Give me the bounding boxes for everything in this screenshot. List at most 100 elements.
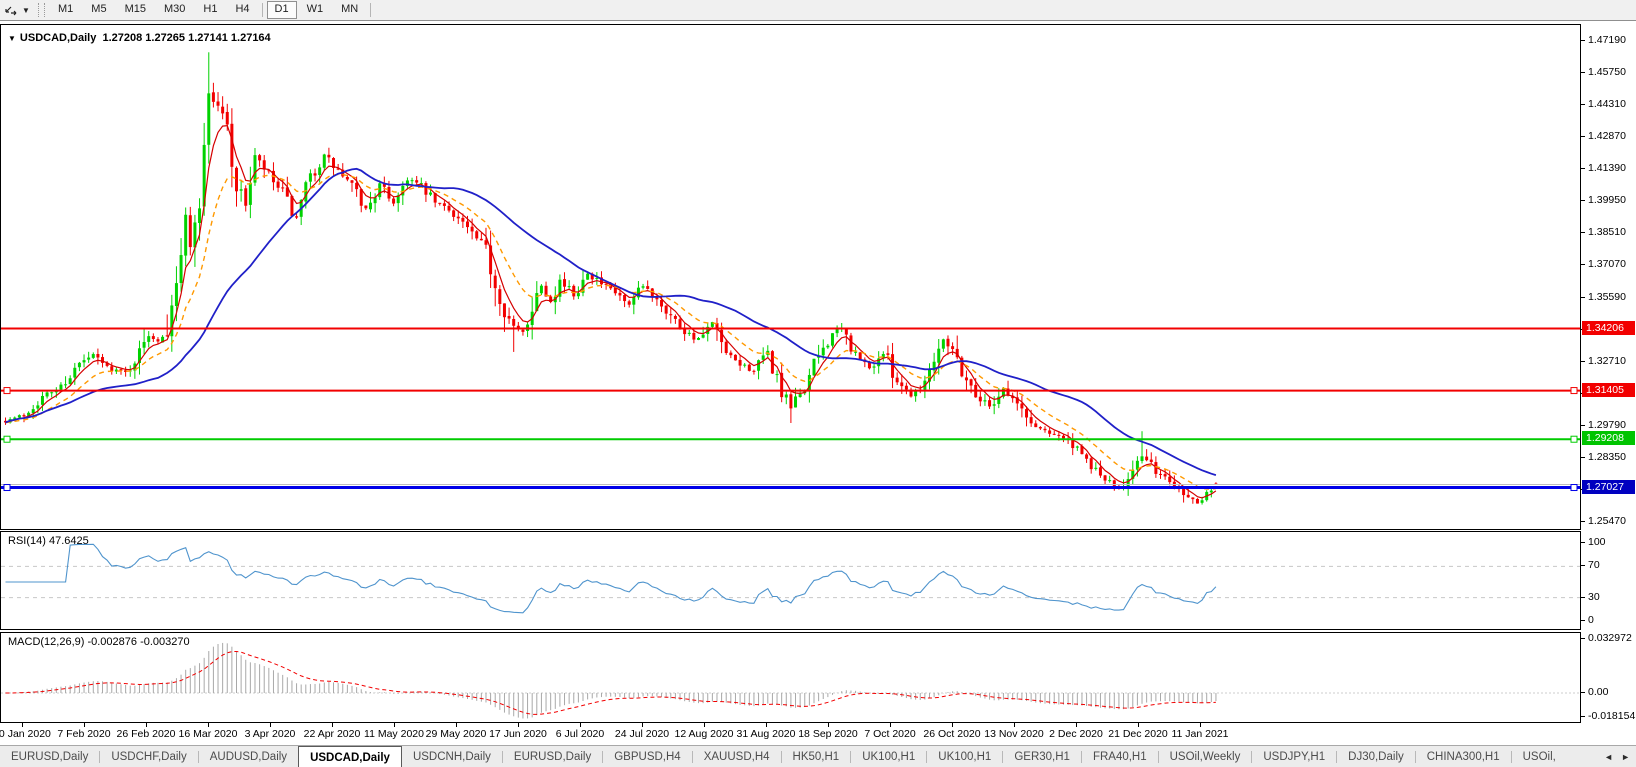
date-axis-label: 6 Jul 2020 bbox=[555, 728, 605, 740]
price-axis-label: 1.47190 bbox=[1588, 34, 1626, 46]
price-line-badge: 1.34206 bbox=[1582, 320, 1635, 335]
price-chart-panel[interactable]: ▼ USDCAD,Daily 1.27208 1.27265 1.27141 1.… bbox=[0, 24, 1581, 530]
ma-line-3 bbox=[5, 167, 1217, 476]
date-axis-tick bbox=[580, 723, 581, 727]
chart-tab-china300-h1[interactable]: CHINA300,H1 bbox=[1416, 746, 1511, 767]
chart-ohlc-values: 1.27208 1.27265 1.27141 1.27164 bbox=[102, 32, 271, 44]
chart-tab-uk100-h1[interactable]: UK100,H1 bbox=[927, 746, 1002, 767]
chart-tab-usdcnh-daily[interactable]: USDCNH,Daily bbox=[402, 746, 502, 767]
chart-tab-usdchf-daily[interactable]: USDCHF,Daily bbox=[100, 746, 197, 767]
price-axis-label: 1.38510 bbox=[1588, 226, 1626, 239]
date-axis-label: 26 Oct 2020 bbox=[923, 728, 981, 740]
chart-tab-gbpusd-h4[interactable]: GBPUSD,H4 bbox=[603, 746, 691, 767]
price-axis-tick bbox=[1581, 200, 1585, 202]
timeframe-toolbar: ▼ M1 M5 M15 M30 H1 H4 D1 W1 MN bbox=[0, 0, 1636, 21]
date-axis-tick bbox=[1076, 723, 1077, 727]
date-axis-tick bbox=[84, 723, 85, 727]
timeframe-button-m30[interactable]: M30 bbox=[156, 1, 193, 19]
timeframe-button-m15[interactable]: M15 bbox=[117, 1, 154, 19]
candlesticks-layer bbox=[4, 52, 1218, 505]
crosshair-move-icon[interactable] bbox=[2, 2, 20, 18]
date-axis-label: 3 Apr 2020 bbox=[244, 728, 296, 740]
macd-axis-tick bbox=[1581, 692, 1585, 693]
chart-tab-hk50-h1[interactable]: HK50,H1 bbox=[782, 746, 851, 767]
chart-tab-uk100-h1[interactable]: UK100,H1 bbox=[851, 746, 926, 767]
timeframe-button-w1[interactable]: W1 bbox=[299, 1, 332, 19]
price-axis-tick bbox=[1581, 456, 1585, 458]
rsi-canvas[interactable] bbox=[1, 532, 1580, 629]
line-handle-icon[interactable] bbox=[3, 484, 11, 492]
symbol-dropdown-icon[interactable]: ▼ bbox=[8, 34, 16, 43]
price-axis-label: 1.45750 bbox=[1588, 66, 1626, 79]
price-axis-tick bbox=[1581, 264, 1585, 266]
toolbar-grip-handle[interactable] bbox=[38, 3, 45, 17]
chart-tab-dj30-daily[interactable]: DJ30,Daily bbox=[1337, 746, 1415, 767]
tab-scroll-right-icon[interactable]: ► bbox=[1621, 752, 1630, 762]
chart-tab-usdcad-daily[interactable]: USDCAD,Daily bbox=[298, 746, 402, 767]
toolbar-dropdown-caret-icon[interactable]: ▼ bbox=[20, 6, 32, 15]
date-axis-label: 17 Jun 2020 bbox=[489, 728, 547, 740]
rsi-axis-label: 70 bbox=[1588, 559, 1600, 572]
chart-tab-usoil-weekly[interactable]: USOil,Weekly bbox=[1159, 746, 1252, 767]
chart-tab-audusd-daily[interactable]: AUDUSD,Daily bbox=[199, 746, 298, 767]
timeframe-button-h1[interactable]: H1 bbox=[195, 1, 225, 19]
price-axis-tick bbox=[1581, 72, 1585, 74]
macd-canvas[interactable] bbox=[1, 633, 1580, 722]
date-axis-tick bbox=[952, 723, 953, 727]
price-axis-tick bbox=[1581, 360, 1585, 362]
chart-tab-fra40-h1[interactable]: FRA40,H1 bbox=[1082, 746, 1158, 767]
chart-tab-ger30-h1[interactable]: GER30,H1 bbox=[1003, 746, 1081, 767]
chart-tab-usdjpy-h1[interactable]: USDJPY,H1 bbox=[1252, 746, 1336, 767]
price-axis-label: 1.39950 bbox=[1588, 194, 1626, 207]
date-axis-tick bbox=[828, 723, 829, 727]
date-axis-tick bbox=[270, 723, 271, 727]
candlestick-canvas[interactable] bbox=[1, 25, 1580, 529]
date-axis-tick bbox=[518, 723, 519, 727]
date-axis-label: 26 Feb 2020 bbox=[116, 728, 176, 740]
line-handle-icon[interactable] bbox=[3, 435, 11, 443]
toolbar-separator bbox=[370, 3, 372, 17]
date-axis-label: 18 Sep 2020 bbox=[798, 728, 858, 740]
timeframe-button-h4[interactable]: H4 bbox=[227, 1, 257, 19]
timeframe-button-d1[interactable]: D1 bbox=[266, 1, 297, 19]
chart-tab-xauusd-h4[interactable]: XAUUSD,H4 bbox=[693, 746, 781, 767]
price-axis-tick bbox=[1581, 232, 1585, 234]
price-line-badge: 1.27027 bbox=[1582, 479, 1635, 494]
timeframe-button-m1[interactable]: M1 bbox=[50, 1, 81, 19]
chart-tab-eurusd-daily[interactable]: EURUSD,Daily bbox=[0, 746, 99, 767]
rsi-line bbox=[5, 543, 1217, 614]
date-axis-label: 12 Aug 2020 bbox=[674, 728, 734, 740]
date-axis-label: 2 Dec 2020 bbox=[1049, 728, 1103, 740]
date-axis-tick bbox=[1014, 723, 1015, 727]
line-handle-icon[interactable] bbox=[1570, 435, 1578, 443]
date-axis-label: 11 Jan 2021 bbox=[1171, 728, 1229, 740]
line-handle-icon[interactable] bbox=[1570, 387, 1578, 395]
date-axis-label: 13 Nov 2020 bbox=[984, 728, 1044, 740]
chart-tab-eurusd-daily[interactable]: EURUSD,Daily bbox=[503, 746, 602, 767]
line-handle-icon[interactable] bbox=[3, 387, 11, 395]
price-axis-label: 1.37070 bbox=[1588, 258, 1626, 271]
price-axis-tick bbox=[1581, 136, 1585, 138]
price-axis-label: 1.41390 bbox=[1588, 162, 1626, 175]
macd-signal-line bbox=[5, 650, 1216, 715]
rsi-indicator-panel[interactable]: RSI(14) 47.6425 bbox=[0, 531, 1581, 630]
macd-axis-tick bbox=[1581, 716, 1585, 717]
ma-line-1 bbox=[5, 124, 1217, 499]
price-axis-tick bbox=[1581, 424, 1585, 426]
date-axis-tick bbox=[332, 723, 333, 727]
timeframe-button-mn[interactable]: MN bbox=[333, 1, 366, 19]
price-axis-tick bbox=[1581, 168, 1585, 170]
chart-tab-usoil-[interactable]: USOil, bbox=[1512, 746, 1567, 767]
chart-tabs: EURUSD,Daily USDCHF,Daily AUDUSD,Daily USDC… bbox=[0, 746, 1567, 767]
rsi-axis-label: 0 bbox=[1588, 614, 1594, 626]
date-axis-tick bbox=[394, 723, 395, 727]
price-axis[interactable]: 1.47190 1.45750 1.44310 1.42870 1.41390 1.399… bbox=[1581, 21, 1636, 745]
timeframe-button-m5[interactable]: M5 bbox=[83, 1, 114, 19]
price-axis-label: 1.29790 bbox=[1588, 418, 1626, 431]
date-axis-tick bbox=[1200, 723, 1201, 727]
date-axis-label: 22 Apr 2020 bbox=[303, 728, 361, 740]
line-handle-icon[interactable] bbox=[1570, 484, 1578, 492]
date-axis[interactable]: 20 Jan 2020 7 Feb 2020 26 Feb 202016 Mar 2… bbox=[0, 723, 1636, 745]
macd-indicator-panel[interactable]: MACD(12,26,9) -0.002876 -0.003270 bbox=[0, 632, 1581, 723]
tab-scroll-left-icon[interactable]: ◄ bbox=[1604, 752, 1613, 762]
